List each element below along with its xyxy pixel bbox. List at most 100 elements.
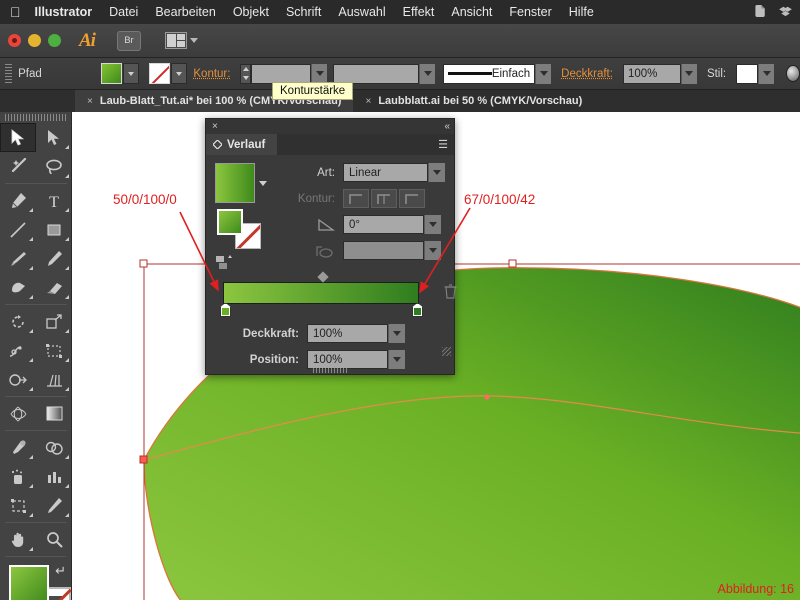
artboard-tool[interactable] (0, 491, 36, 520)
panel-bottom-grip[interactable] (313, 368, 347, 373)
blend-tool[interactable] (36, 433, 72, 462)
anchor-point-top-mid[interactable] (509, 260, 516, 267)
menu-item-ansicht[interactable]: Ansicht (451, 5, 492, 19)
stroke-control[interactable] (149, 63, 187, 84)
menu-item-illustrator[interactable]: Illustrator (35, 5, 93, 19)
chevron-down-icon[interactable] (428, 163, 445, 182)
workspace-switcher[interactable] (165, 32, 198, 49)
menu-item-schrift[interactable]: Schrift (286, 5, 321, 19)
fill-swatch[interactable] (101, 63, 122, 84)
bridge-button[interactable]: Br (117, 31, 141, 51)
eyedropper-tool[interactable] (0, 433, 36, 462)
fill-control[interactable] (101, 63, 139, 84)
gradient-aspect-value[interactable] (343, 241, 424, 260)
selection-tool[interactable] (0, 123, 36, 152)
gradient-type-value[interactable]: Linear (343, 163, 428, 182)
gradient-ramp[interactable] (223, 282, 419, 304)
stroke-weight-dropdown[interactable] (311, 64, 327, 84)
magic-wand-tool[interactable] (0, 152, 36, 181)
free-transform-tool[interactable] (36, 336, 72, 365)
panel-resize-handle[interactable] (442, 347, 451, 356)
stop-position-field[interactable]: 100% (307, 350, 405, 369)
close-icon[interactable]: × (87, 96, 93, 107)
control-bar-grip[interactable] (5, 64, 12, 84)
apple-icon[interactable]:  (10, 5, 21, 19)
menu-item-fenster[interactable]: Fenster (509, 5, 551, 19)
chevron-down-icon[interactable] (424, 241, 441, 260)
stroke-profile-field[interactable] (333, 64, 435, 84)
stroke-gradient-across-button[interactable] (399, 189, 425, 208)
fill-dropdown-button[interactable] (123, 63, 139, 84)
mesh-tool[interactable] (0, 399, 36, 428)
opacity-field[interactable]: 100% (623, 64, 697, 84)
tool-fill-swatch[interactable] (9, 565, 49, 600)
gradient-stop-left[interactable] (220, 303, 231, 317)
stop-opacity-field[interactable]: 100% (307, 324, 405, 343)
close-window-button[interactable] (8, 34, 21, 47)
column-graph-tool[interactable] (36, 462, 72, 491)
evernote-icon[interactable] (752, 2, 769, 20)
rotate-tool[interactable] (0, 307, 36, 336)
close-icon[interactable]: × (212, 121, 218, 132)
gradient-aspect-field[interactable] (343, 241, 441, 260)
menu-item-datei[interactable]: Datei (109, 5, 138, 19)
rectangle-tool[interactable] (36, 215, 72, 244)
menu-item-bearbeiten[interactable]: Bearbeiten (155, 5, 215, 19)
panel-fill-swatch[interactable] (217, 209, 243, 235)
minimize-window-button[interactable] (28, 34, 41, 47)
graphic-style-swatch[interactable] (736, 64, 758, 84)
chevron-down-icon[interactable] (388, 350, 405, 369)
stroke-gradient-along-button[interactable] (371, 189, 397, 208)
gradient-stop-right[interactable] (412, 303, 423, 317)
gradient-tool[interactable] (36, 399, 72, 428)
stroke-weight-field[interactable] (251, 64, 327, 84)
stop-opacity-value[interactable]: 100% (307, 324, 388, 343)
gradient-presets-chevron-icon[interactable] (259, 181, 267, 186)
graphic-style-dropdown[interactable] (758, 64, 774, 84)
direct-selection-tool[interactable] (36, 123, 72, 152)
dropbox-icon[interactable] (777, 2, 794, 20)
gradient-preview-swatch[interactable] (215, 163, 255, 203)
shape-builder-tool[interactable] (0, 365, 36, 394)
swap-fill-stroke-icon[interactable]: ↵ (55, 563, 66, 579)
opacity-value[interactable]: 100% (623, 64, 681, 84)
width-tool[interactable] (0, 336, 36, 365)
type-tool[interactable]: T (36, 186, 72, 215)
reverse-gradient-icon[interactable] (215, 255, 237, 271)
tab-laubblatt[interactable]: × Laubblatt.ai bei 50 % (CMYK/Vorschau) (353, 90, 594, 112)
panel-menu-icon[interactable]: ☰ (438, 138, 448, 151)
graphic-style-field[interactable] (736, 64, 774, 84)
stroke-weight-label[interactable]: Kontur: (193, 68, 230, 80)
opacity-label[interactable]: Deckkraft: (561, 68, 613, 80)
menu-item-auswahl[interactable]: Auswahl (338, 5, 385, 19)
zoom-tool[interactable] (36, 525, 72, 554)
gradient-angle-field[interactable]: 0° (343, 215, 441, 234)
pencil-tool[interactable] (36, 244, 72, 273)
menu-item-effekt[interactable]: Effekt (403, 5, 435, 19)
stroke-style-dropdown[interactable] (535, 64, 551, 84)
blob-brush-tool[interactable] (0, 273, 36, 302)
opacity-dropdown[interactable] (681, 64, 697, 84)
menu-item-hilfe[interactable]: Hilfe (569, 5, 594, 19)
paintbrush-tool[interactable] (0, 244, 36, 273)
anchor-point-tip[interactable] (140, 456, 147, 463)
symbol-sprayer-tool[interactable] (0, 462, 36, 491)
anchor-point-top-left[interactable] (140, 260, 147, 267)
eraser-tool[interactable] (36, 273, 72, 302)
gradient-panel-titlebar[interactable]: × « (206, 119, 454, 134)
zoom-window-button[interactable] (48, 34, 61, 47)
stroke-profile-dropdown[interactable] (419, 64, 435, 84)
gradient-type-select[interactable]: Linear (343, 163, 445, 182)
chevron-down-icon[interactable] (424, 215, 441, 234)
tools-panel-grip[interactable] (5, 114, 67, 121)
hand-tool[interactable] (0, 525, 36, 554)
tab-verlauf[interactable]: Verlauf (206, 134, 277, 155)
document-setup-icon[interactable] (786, 65, 800, 82)
line-segment-tool[interactable] (0, 215, 36, 244)
stroke-swatch[interactable] (149, 63, 170, 84)
anchor-point-vein[interactable] (484, 394, 489, 399)
gradient-angle-value[interactable]: 0° (343, 215, 424, 234)
gradient-slider[interactable] (223, 282, 435, 304)
gradient-panel[interactable]: × « Verlauf ☰ (205, 118, 455, 375)
stroke-profile-value[interactable] (333, 64, 419, 84)
